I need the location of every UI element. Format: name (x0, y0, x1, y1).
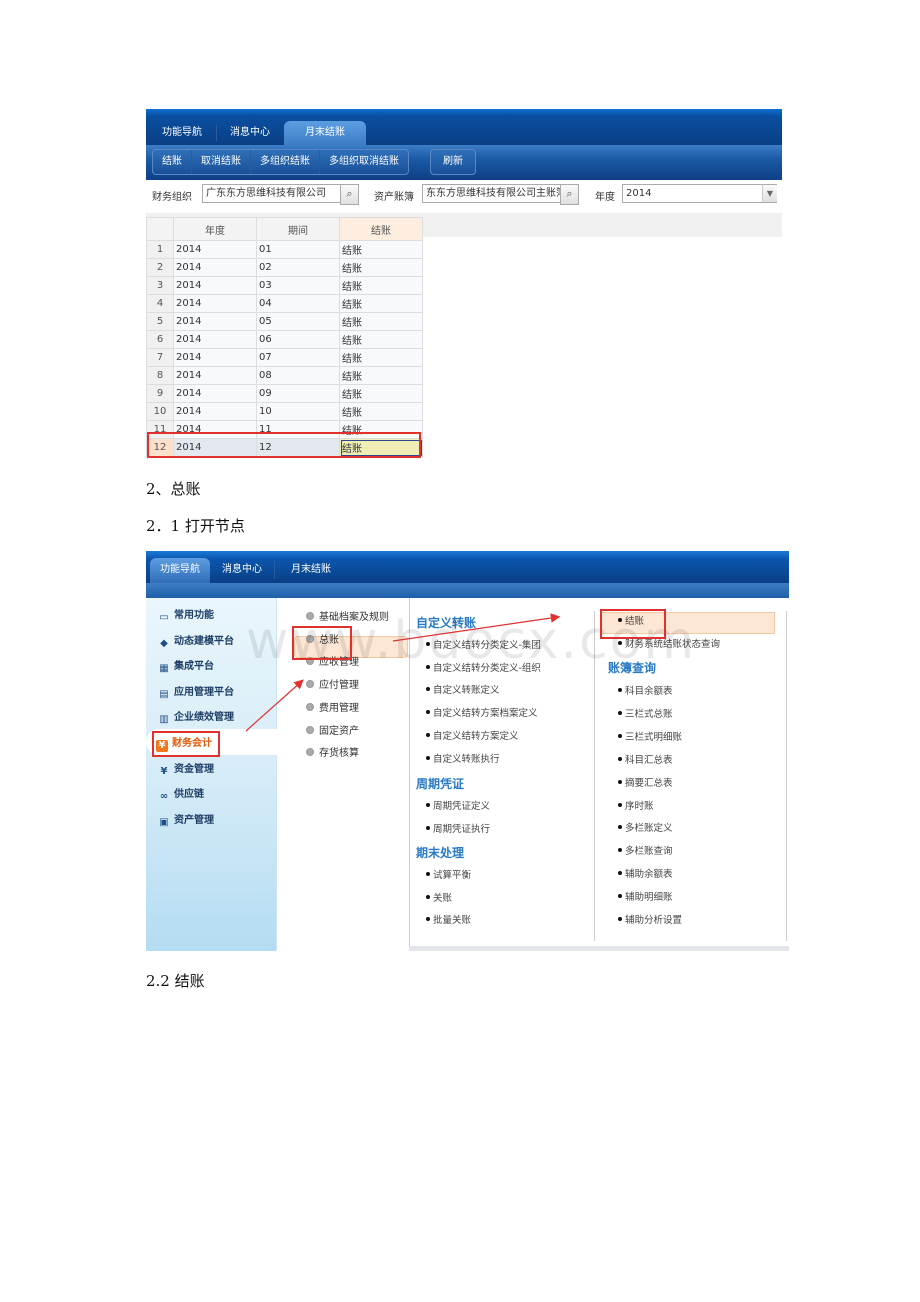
table-row[interactable]: 3 2014 03 结账 (146, 276, 423, 295)
highlight-box-row-12 (147, 432, 421, 458)
section-heading-general-ledger: 2、总账 (146, 480, 201, 498)
cell-period: 04 (256, 294, 340, 313)
annotation-arrows (245, 613, 561, 732)
cell-period: 02 (256, 258, 340, 277)
table-row[interactable]: 7 2014 07 结账 (146, 348, 423, 367)
tab-separator (216, 125, 217, 141)
cell-year: 2014 (173, 258, 257, 277)
cell-close-action[interactable]: 结账 (339, 348, 423, 367)
cell-year: 2014 (173, 330, 257, 349)
org-search-icon[interactable]: ⌕ (340, 184, 359, 205)
row-number: 8 (146, 366, 174, 385)
tab-month-end-close[interactable]: 月末结账 (284, 121, 366, 145)
cell-year: 2014 (173, 240, 257, 259)
book-search-icon[interactable]: ⌕ (560, 184, 579, 205)
cell-close-action[interactable]: 结账 (339, 294, 423, 313)
cell-year: 2014 (173, 294, 257, 313)
cell-period: 05 (256, 312, 340, 331)
row-number: 9 (146, 384, 174, 403)
section-heading-close: 2.2 结账 (146, 972, 205, 990)
year-select[interactable]: 2014 (622, 184, 777, 203)
row-number: 7 (146, 348, 174, 367)
row-number: 4 (146, 294, 174, 313)
column-header-period[interactable]: 期间 (256, 217, 340, 241)
org-input[interactable]: 广东东方思维科技有限公司 (202, 184, 341, 203)
table-row[interactable]: 1 2014 01 结账 (146, 240, 423, 259)
table-row[interactable]: 5 2014 05 结账 (146, 312, 423, 331)
cell-close-action[interactable]: 结账 (339, 312, 423, 331)
section-heading-open-node: 2．1 打开节点 (146, 517, 245, 535)
cell-close-action[interactable]: 结账 (339, 276, 423, 295)
cell-period: 01 (256, 240, 340, 259)
cell-year: 2014 (173, 348, 257, 367)
org-label: 财务组织 (152, 192, 192, 203)
cell-close-action[interactable]: 结账 (339, 258, 423, 277)
row-number: 5 (146, 312, 174, 331)
cell-close-action[interactable]: 结账 (339, 366, 423, 385)
book-input[interactable]: 东东方思维科技有限公司主账簿 (422, 184, 563, 203)
table-row[interactable]: 2 2014 02 结账 (146, 258, 423, 277)
cancel-close-button[interactable]: 取消结账 (192, 150, 251, 174)
cell-close-action[interactable]: 结账 (339, 402, 423, 421)
row-number: 10 (146, 402, 174, 421)
row-number: 3 (146, 276, 174, 295)
cell-period: 09 (256, 384, 340, 403)
filter-bar: 财务组织 广东东方思维科技有限公司 ⌕ 资产账簿 东东方思维科技有限公司主账簿 … (146, 180, 782, 208)
row-number-header (146, 217, 174, 241)
cell-period: 07 (256, 348, 340, 367)
table-row[interactable]: 6 2014 06 结账 (146, 330, 423, 349)
multi-org-close-button[interactable]: 多组织结账 (251, 150, 320, 174)
arrow-to-close (392, 613, 561, 642)
table-row[interactable]: 9 2014 09 结账 (146, 384, 423, 403)
table-row[interactable]: 4 2014 04 结账 (146, 294, 423, 313)
row-number: 1 (146, 240, 174, 259)
column-header-year[interactable]: 年度 (173, 217, 257, 241)
multi-org-cancel-close-button[interactable]: 多组织取消结账 (320, 150, 408, 174)
month-end-close-screenshot: 功能导航 消息中心 月末结账 结账 取消结账 多组织结账 多组织取消结账 刷新 … (146, 109, 782, 458)
cell-period: 06 (256, 330, 340, 349)
refresh-button[interactable]: 刷新 (431, 150, 475, 174)
cell-close-action[interactable]: 结账 (339, 330, 423, 349)
column-header-close[interactable]: 结账 (339, 217, 423, 241)
cell-close-action[interactable]: 结账 (339, 240, 423, 259)
cell-year: 2014 (173, 276, 257, 295)
cell-year: 2014 (173, 384, 257, 403)
refresh-button-group: 刷新 (430, 149, 476, 175)
period-grid: 年度 期间 结账 1 2014 01 结账 2 2014 02 结账 3 2014 03 结账 4 201… (146, 217, 423, 457)
tab-function-nav[interactable]: 功能导航 (152, 121, 212, 145)
cell-year: 2014 (173, 312, 257, 331)
cell-period: 08 (256, 366, 340, 385)
tab-message-center[interactable]: 消息中心 (220, 121, 280, 145)
row-number: 2 (146, 258, 174, 277)
cell-close-action[interactable]: 结账 (339, 384, 423, 403)
chevron-down-icon[interactable]: ▼ (762, 185, 777, 202)
cell-period: 03 (256, 276, 340, 295)
book-label: 资产账簿 (374, 192, 414, 203)
table-row[interactable]: 10 2014 10 结账 (146, 402, 423, 421)
close-button-group: 结账 取消结账 多组织结账 多组织取消结账 (152, 149, 409, 175)
cell-period: 10 (256, 402, 340, 421)
cell-year: 2014 (173, 366, 257, 385)
arrow-to-payables (245, 679, 304, 732)
close-button[interactable]: 结账 (153, 150, 192, 174)
function-nav-screenshot: 功能导航 消息中心 月末结账 ▭ 常用功能 ◆ 动态建模平台 ▦ 集成平台 ▤ 应用管理平台 ▥… (146, 551, 789, 951)
year-label: 年度 (595, 192, 615, 203)
cell-year: 2014 (173, 402, 257, 421)
table-row[interactable]: 8 2014 08 结账 (146, 366, 423, 385)
row-number: 6 (146, 330, 174, 349)
